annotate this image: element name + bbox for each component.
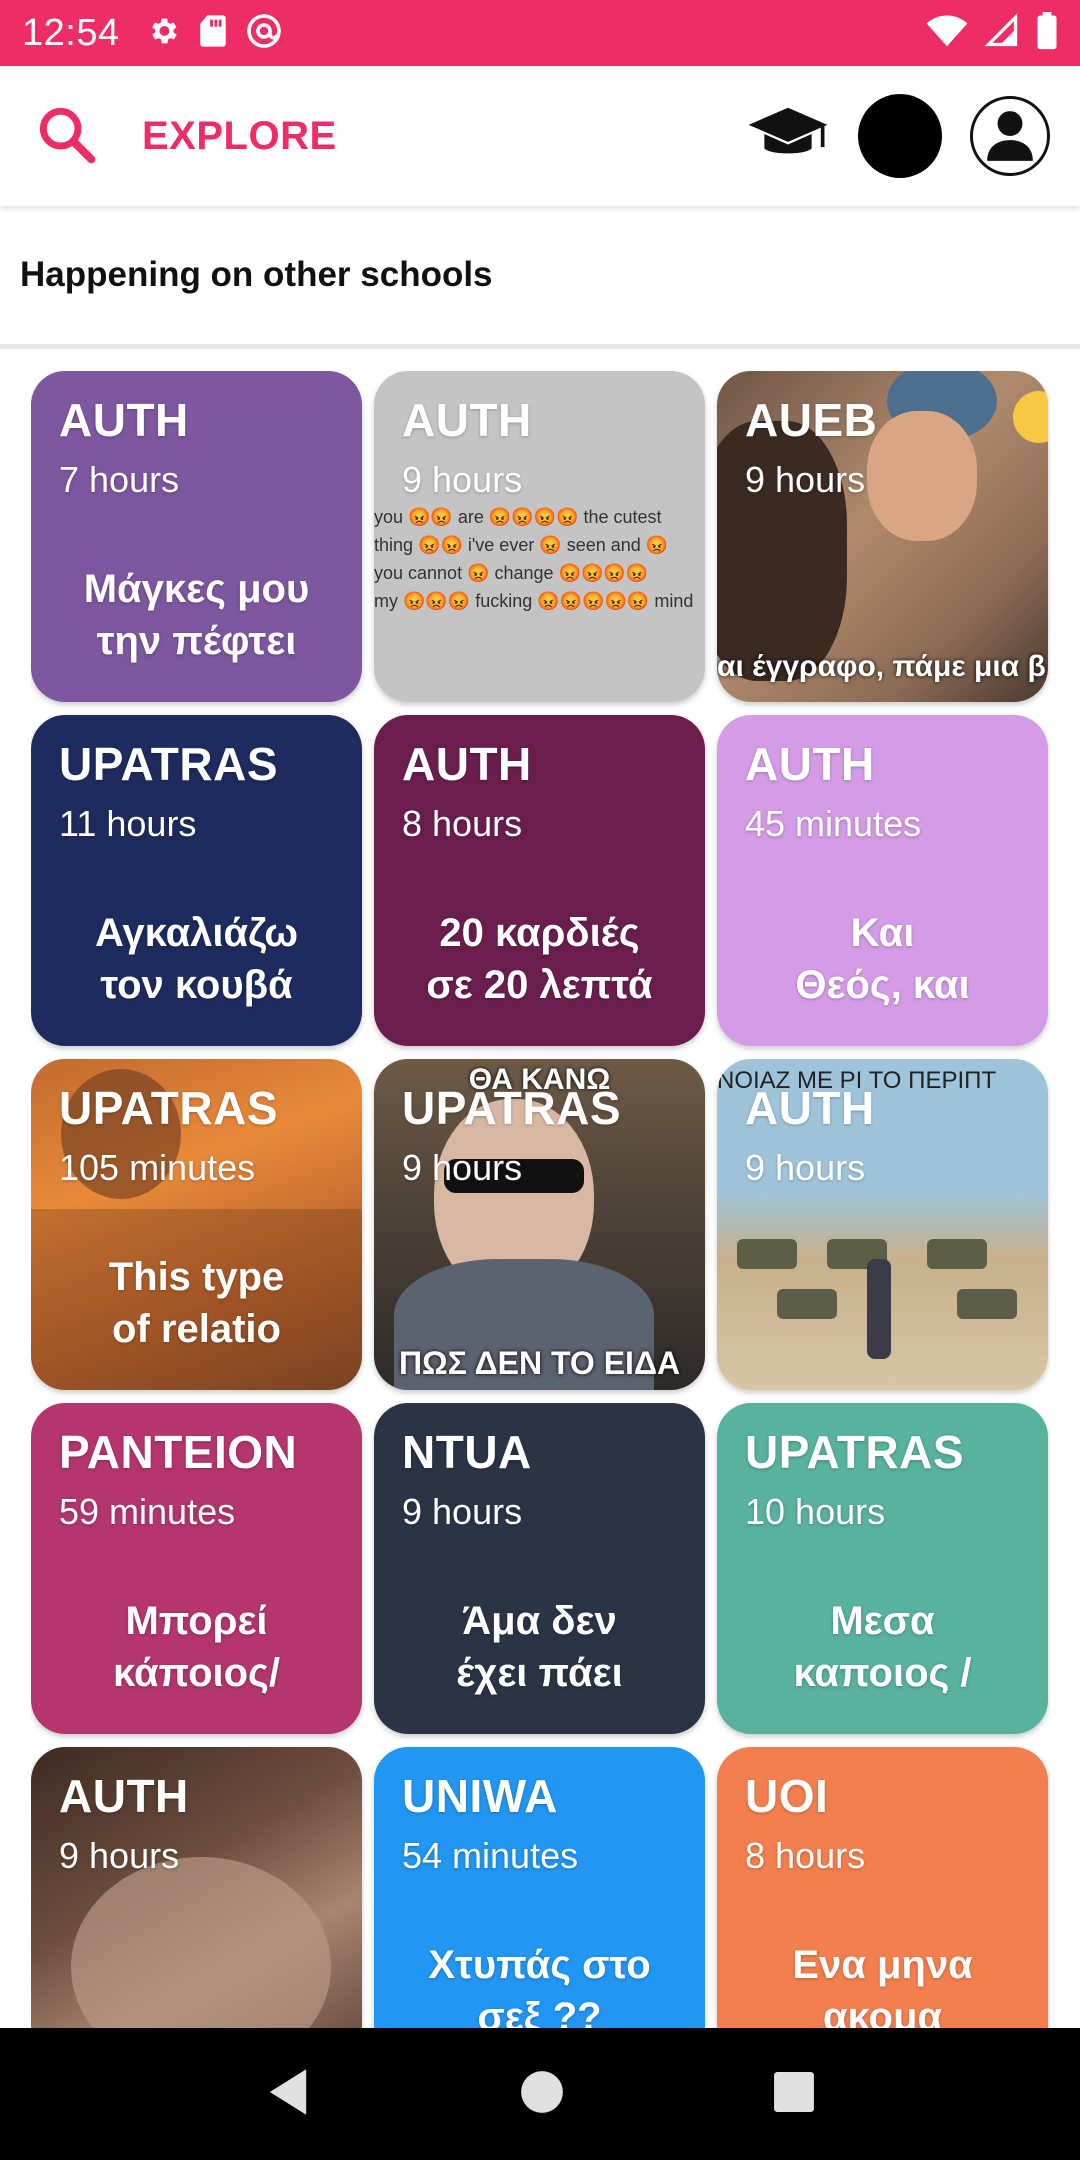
- post-card[interactable]: UPATRAS 11 hours Αγκαλιάζω τον κουβά: [31, 715, 362, 1046]
- meme-caption: ΠΩΣ ΔΕΝ ΤΟ ΕΙΔΑ: [398, 1345, 681, 1381]
- back-icon[interactable]: [265, 2067, 311, 2122]
- card-school: UPATRAS: [59, 1082, 279, 1134]
- card-snippet: Ενα μηνα ακομα: [792, 1943, 973, 2028]
- card-school: UPATRAS: [59, 738, 279, 790]
- card-snippet: This type of relatio: [108, 1255, 285, 1351]
- card-time: 9 hours: [745, 459, 866, 500]
- post-card[interactable]: UOI 8 hours Ενα μηνα ακομα: [717, 1747, 1048, 2028]
- card-school: NTUA: [402, 1426, 532, 1478]
- card-time: 9 hours: [745, 1147, 866, 1188]
- post-card[interactable]: AUTH 45 minutes Και Θεός, και: [717, 715, 1048, 1046]
- gear-icon: [146, 14, 180, 53]
- card-snippet: Άμα δεν έχει πάει: [456, 1599, 623, 1695]
- signal-icon: [984, 13, 1020, 54]
- card-school: UPATRAS: [402, 1082, 622, 1134]
- home-icon[interactable]: [520, 2070, 564, 2119]
- card-snippet: Και Θεός, και: [795, 911, 970, 1007]
- card-school: AUTH: [402, 394, 532, 446]
- post-card[interactable]: UNIWA 54 minutes Χτυπάς στο σεξ ??: [374, 1747, 705, 2028]
- card-school: AUEB: [745, 394, 878, 446]
- card-school: PANTEION: [59, 1426, 298, 1478]
- card-snippet: Μεσα καποιος /: [793, 1599, 972, 1695]
- search-icon[interactable]: [34, 102, 98, 171]
- card-time: 9 hours: [59, 1835, 180, 1876]
- post-grid: AUTH 7 hours Μάγκες μου την πέφτει you 😡…: [31, 371, 1051, 2028]
- post-card[interactable]: ΝΟΙΑΖ ΜΕ ΡΙ ΤΟ ΠΕΡΙΠΤ AUTH 9 hours: [717, 1059, 1048, 1390]
- card-school: UOI: [745, 1770, 829, 1822]
- post-card[interactable]: NTUA 9 hours Άμα δεν έχει πάει: [374, 1403, 705, 1734]
- meme-line: thing 😡😡 i've ever 😡 seen and 😡: [374, 535, 669, 555]
- post-card[interactable]: PANTEION 59 minutes Μπορεί κάποιος/: [31, 1403, 362, 1734]
- post-card[interactable]: AUTH 8 hours 20 καρδιές σε 20 λεπτά: [374, 715, 705, 1046]
- card-school: AUTH: [59, 1770, 189, 1822]
- navigation-bar: [0, 2028, 1080, 2160]
- card-snippet: Χτυπάς στο σεξ ??: [428, 1943, 651, 2028]
- card-snippet: Μάγκες μου την πέφτει: [83, 567, 310, 663]
- wifi-icon: [926, 14, 968, 53]
- at-sign-icon: [246, 13, 282, 54]
- status-bar: 12:54: [0, 0, 1080, 66]
- card-time: 7 hours: [59, 459, 180, 500]
- graduation-cap-icon[interactable]: [746, 104, 830, 169]
- card-time: 9 hours: [402, 1147, 523, 1188]
- card-time: 9 hours: [402, 459, 523, 500]
- card-time: 10 hours: [745, 1491, 886, 1532]
- card-time: 59 minutes: [59, 1491, 236, 1532]
- card-snippet: Μπορεί κάποιος/: [113, 1599, 280, 1695]
- status-time: 12:54: [22, 11, 120, 54]
- card-school: AUTH: [402, 738, 532, 790]
- section-title: Happening on other schools: [20, 255, 493, 294]
- card-time: 45 minutes: [745, 803, 922, 844]
- meme-line: my 😡😡😡 fucking 😡😡😡😡😡 mind: [374, 591, 694, 611]
- post-card[interactable]: UPATRAS 10 hours Μεσα καποιος /: [717, 1403, 1048, 1734]
- card-school: AUTH: [745, 738, 875, 790]
- card-school: AUTH: [59, 394, 189, 446]
- sd-card-icon: [198, 14, 228, 53]
- post-card[interactable]: AUTH 9 hours: [31, 1747, 362, 2028]
- card-snippet: 20 καρδιές σε 20 λεπτά: [426, 911, 653, 1007]
- post-card[interactable]: you 😡😡 are 😡😡😡😡 the cutest thing 😡😡 i've…: [374, 371, 705, 702]
- card-school: UPATRAS: [745, 1426, 965, 1478]
- card-time: 11 hours: [59, 803, 197, 844]
- black-circle-button[interactable]: [858, 94, 942, 178]
- card-school: UNIWA: [402, 1770, 558, 1822]
- card-snippet: Αγκαλιάζω τον κουβά: [94, 911, 299, 1007]
- recents-icon[interactable]: [773, 2071, 815, 2118]
- card-time: 54 minutes: [402, 1835, 579, 1876]
- card-time: 105 minutes: [59, 1147, 256, 1188]
- post-card[interactable]: UPATRAS 105 minutes This type of relatio: [31, 1059, 362, 1390]
- app-bar: EXPLORE: [0, 66, 1080, 206]
- explore-title[interactable]: EXPLORE: [142, 114, 337, 159]
- card-school: AUTH: [745, 1082, 875, 1134]
- post-card[interactable]: ΘΑ ΚΑΝΩ ΠΩΣ ΔΕΝ ΤΟ ΕΙΔΑ UPATRAS 9 hours: [374, 1059, 705, 1390]
- card-time: 8 hours: [745, 1835, 866, 1876]
- post-card[interactable]: αι έγγραφο, πάμε μια β AUEB 9 hours: [717, 371, 1048, 702]
- meme-line: you 😡😡 are 😡😡😡😡 the cutest: [374, 507, 662, 527]
- meme-line: you cannot 😡 change 😡😡😡😡: [374, 563, 649, 583]
- card-time: 8 hours: [402, 803, 523, 844]
- meme-caption: αι έγγραφο, πάμε μια β: [717, 650, 1046, 683]
- section-divider: [0, 344, 1080, 349]
- battery-icon: [1036, 11, 1058, 55]
- card-time: 9 hours: [402, 1491, 523, 1532]
- post-card[interactable]: AUTH 7 hours Μάγκες μου την πέφτει: [31, 371, 362, 702]
- profile-icon[interactable]: [970, 96, 1050, 176]
